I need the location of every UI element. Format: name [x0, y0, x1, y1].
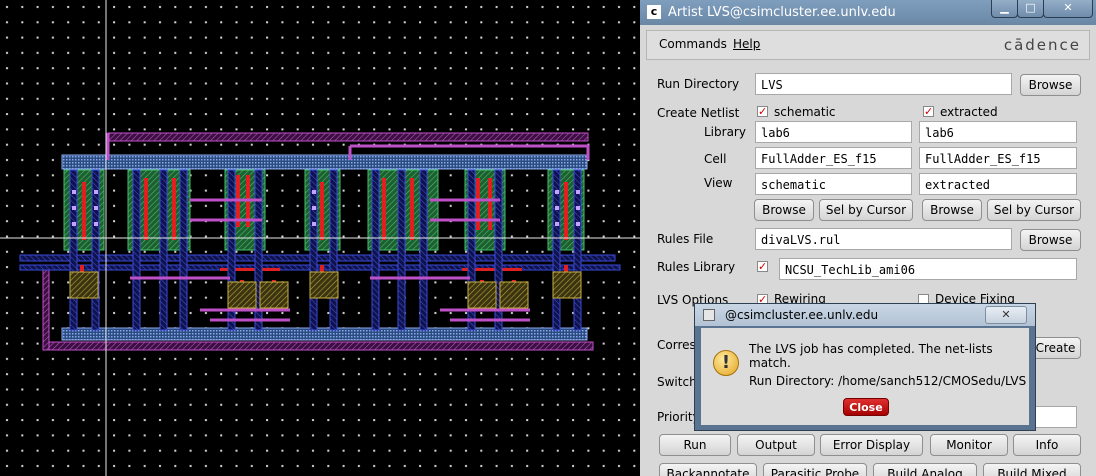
run-directory-field[interactable]: LVS — [755, 73, 1012, 95]
run-directory-label: Run Directory — [657, 77, 740, 91]
dialog-close-icon[interactable]: ✕ — [985, 306, 1027, 324]
layout-canvas[interactable] — [0, 0, 640, 476]
schematic-browse-button[interactable]: Browse — [754, 199, 814, 221]
dialog-message: The LVS job has completed. The net-lists… — [749, 342, 993, 370]
schematic-sel-by-cursor-button[interactable]: Sel by Cursor — [819, 199, 913, 221]
rules-file-label: Rules File — [657, 232, 714, 246]
dialog-close-button[interactable]: Close — [843, 398, 889, 416]
menu-commands[interactable]: Commands — [659, 37, 727, 51]
lvs-complete-dialog: @csimcluster.ee.unlv.edu ✕ ! The LVS job… — [694, 303, 1036, 431]
close-icon[interactable]: ✕ — [1043, 0, 1093, 18]
cell-label: Cell — [704, 152, 727, 166]
schematic-checkbox-label: schematic — [774, 105, 836, 119]
menu-help[interactable]: Help — [733, 37, 760, 51]
cadence-c-icon: c — [647, 5, 661, 19]
monitor-button[interactable]: Monitor — [930, 434, 1008, 456]
cadence-logo: cādence — [1003, 36, 1081, 54]
warning-icon: ! — [713, 350, 739, 376]
dialog-titlebar[interactable]: @csimcluster.ee.unlv.edu ✕ — [695, 304, 1035, 326]
extracted-checkbox-label: extracted — [940, 105, 998, 119]
correspondence-label: Corres — [657, 338, 696, 352]
schematic-view-field[interactable]: schematic — [755, 173, 912, 195]
run-directory-browse-button[interactable]: Browse — [1020, 74, 1081, 96]
library-label: Library — [704, 125, 746, 139]
dialog-app-icon — [703, 309, 715, 321]
extracted-view-field[interactable]: extracted — [919, 173, 1077, 195]
rules-file-field[interactable]: divaLVS.rul — [755, 228, 1012, 250]
extracted-library-field[interactable]: lab6 — [919, 121, 1077, 143]
view-label: View — [704, 176, 733, 190]
output-button[interactable]: Output — [737, 434, 815, 456]
window-title: Artist LVS@csimcluster.ee.unlv.edu — [668, 5, 896, 20]
build-analog-button[interactable]: Build Analog — [873, 463, 977, 476]
backannotate-button[interactable]: Backannotate — [659, 463, 757, 476]
dialog-title: @csimcluster.ee.unlv.edu — [725, 308, 879, 322]
rules-library-checkbox[interactable]: ✓ — [757, 261, 768, 272]
rules-file-browse-button[interactable]: Browse — [1020, 229, 1081, 251]
schematic-library-field[interactable]: lab6 — [755, 121, 912, 143]
error-display-button[interactable]: Error Display — [820, 434, 923, 456]
rules-library-field[interactable]: NCSU_TechLib_ami06 — [779, 258, 1077, 280]
extracted-checkbox[interactable]: ✓ — [923, 106, 934, 117]
run-button[interactable]: Run — [659, 434, 731, 456]
dialog-body: ! The LVS job has completed. The net-lis… — [701, 328, 1029, 425]
schematic-checkbox[interactable]: ✓ — [757, 106, 768, 117]
create-netlist-label: Create Netlist — [657, 106, 740, 120]
minimize-icon[interactable]: ▁ — [991, 0, 1018, 18]
extracted-sel-by-cursor-button[interactable]: Sel by Cursor — [987, 199, 1081, 221]
extracted-browse-button[interactable]: Browse — [922, 199, 982, 221]
switch-label: Switch — [657, 375, 697, 389]
dialog-run-directory: Run Directory: /home/sanch512/CMOSedu/LV… — [749, 374, 1027, 388]
info-button[interactable]: Info — [1013, 434, 1081, 456]
schematic-cell-field[interactable]: FullAdder_ES_f15 — [755, 147, 912, 169]
build-mixed-button[interactable]: Build Mixed — [983, 463, 1081, 476]
extracted-cell-field[interactable]: FullAdder_ES_f15 — [919, 147, 1077, 169]
maximize-icon[interactable]: □ — [1017, 0, 1044, 18]
parasitic-probe-button[interactable]: Parasitic Probe — [763, 463, 867, 476]
correspondence-create-button[interactable]: Create — [1030, 337, 1081, 359]
menubar: Commands Help cādence — [646, 30, 1090, 60]
window-titlebar[interactable]: c Artist LVS@csimcluster.ee.unlv.edu ▁ □… — [640, 0, 1096, 25]
rules-library-label: Rules Library — [657, 260, 736, 274]
